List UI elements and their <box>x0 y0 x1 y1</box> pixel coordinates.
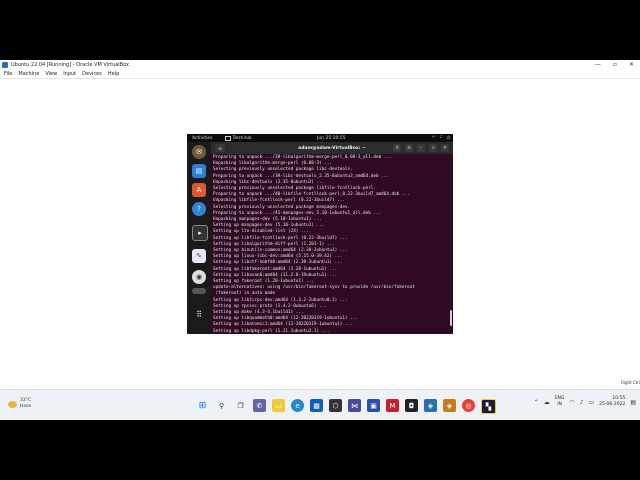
battery-icon[interactable]: ▭ <box>589 399 595 406</box>
minimize-icon[interactable]: – <box>417 144 425 152</box>
menu-devices[interactable]: Devices <box>82 71 102 77</box>
ubuntu-guest-desktop[interactable]: Activities Terminal Jun 25 10:55 ⊹ ♪ ⏻ ✉… <box>187 134 453 334</box>
terminal-window[interactable]: ⊞ adam@adam-VirtualBox: ~ ⚲ ≡ – ▫ ✕ Prep… <box>211 142 453 334</box>
thunderbird-icon[interactable]: ✉ <box>192 145 206 159</box>
app-dark-icon[interactable]: ◘ <box>405 399 418 412</box>
app-orange-icon[interactable]: ◈ <box>443 399 456 412</box>
virtualbox-app-icon <box>2 61 8 68</box>
menu-view[interactable]: View <box>45 71 57 77</box>
minimize-button[interactable]: — <box>595 60 601 69</box>
weather-widget[interactable]: 33°C Haze <box>8 398 31 410</box>
trash-icon[interactable] <box>192 288 206 294</box>
terminal-output[interactable]: Preparing to unpack .../38-libalgorithm-… <box>211 154 448 334</box>
window-title: Ubuntu 22.04 [Running] - Oracle VM Virtu… <box>11 61 129 68</box>
maximize-button[interactable]: ▫ <box>613 60 617 69</box>
virtualbox-menu-bar: File Machine View Input Devices Help <box>0 69 640 79</box>
haze-weather-icon <box>8 400 17 408</box>
close-icon[interactable]: ✕ <box>441 144 449 152</box>
terminal-line: Setting up libdpkg-perl (1.21.1ubuntu2.1… <box>213 328 330 334</box>
terminal-header-buttons: ⚲ ≡ – ▫ ✕ <box>393 144 449 152</box>
virtualbox-icon[interactable]: ◈ <box>424 399 437 412</box>
terminal-app-indicator[interactable]: Terminal <box>224 135 252 141</box>
search-icon[interactable]: ⚲ <box>215 399 228 412</box>
cloud-icon[interactable]: ☁ <box>544 399 550 406</box>
terminal-scrollbar[interactable] <box>450 310 452 326</box>
system-tray: ⌃ ☁ ENG IN ◠ ♪ ▭ 10:55 25-06-2022 ▤ <box>534 396 636 408</box>
taskbar-date: 25-06-2022 <box>599 402 626 407</box>
windows-start-icon[interactable]: ⊞ <box>196 399 209 412</box>
network-icon: ⊹ <box>431 135 436 140</box>
terminal-small-icon <box>224 135 231 141</box>
windows-taskbar: Right Ctrl 33°C Haze ⊞ ⚲ ❐ ✆ ▭ e ▦ ⬡ ⋈ ▣… <box>0 380 640 420</box>
task-view-icon[interactable]: ❐ <box>234 399 247 412</box>
menu-file[interactable]: File <box>4 71 12 77</box>
disc-icon[interactable]: ◉ <box>192 270 206 284</box>
host-screen: Ubuntu 22.04 [Running] - Oracle VM Virtu… <box>0 60 640 420</box>
taskbar-clock[interactable]: 10:55 25-06-2022 <box>599 396 625 408</box>
chevron-up-icon[interactable]: ⌃ <box>534 399 539 406</box>
power-icon: ⏻ <box>446 136 450 141</box>
weather-desc: Haze <box>20 404 32 409</box>
show-apps-icon[interactable]: ⠿ <box>192 307 206 321</box>
files-icon[interactable]: ▤ <box>192 164 206 178</box>
chrome-icon[interactable]: ◎ <box>462 399 475 412</box>
taskbar-pinned-apps: ⊞ ⚲ ❐ ✆ ▭ e ▦ ⬡ ⋈ ▣ M ◘ ◈ ◈ ◎ ▚ <box>196 399 496 414</box>
close-button[interactable]: ✕ <box>629 60 634 69</box>
menu-machine[interactable]: Machine <box>18 71 39 77</box>
software-center-icon[interactable]: A <box>192 183 206 197</box>
visual-studio-icon[interactable]: ⋈ <box>348 399 361 412</box>
file-explorer-icon[interactable]: ▭ <box>272 399 285 412</box>
maximize-icon[interactable]: ▫ <box>429 144 437 152</box>
host-key-indicator: Right Ctrl <box>621 380 640 385</box>
gnome-clock[interactable]: Jun 25 10:55 <box>317 136 346 141</box>
app-blue-icon[interactable]: ▣ <box>367 399 380 412</box>
app-cube-icon[interactable]: ⬡ <box>329 399 342 412</box>
hamburger-menu-icon[interactable]: ≡ <box>405 144 413 152</box>
help-icon[interactable]: ? <box>192 202 206 216</box>
teams-chat-icon[interactable]: ✆ <box>253 399 266 412</box>
virtualbox-title-bar[interactable]: Ubuntu 22.04 [Running] - Oracle VM Virtu… <box>0 60 640 69</box>
activities-button[interactable]: Activities <box>192 136 213 141</box>
edge-browser-icon[interactable]: e <box>291 399 304 412</box>
running-app-icon[interactable]: ▚ <box>481 399 496 414</box>
vm-display-area[interactable]: Activities Terminal Jun 25 10:55 ⊹ ♪ ⏻ ✉… <box>0 79 640 389</box>
menu-help[interactable]: Help <box>108 71 119 77</box>
notification-icon[interactable]: ▤ <box>630 399 636 406</box>
mcafee-icon[interactable]: M <box>386 399 399 412</box>
window-controls: — ▫ ✕ <box>595 60 634 69</box>
text-editor-icon[interactable]: ✎ <box>192 249 206 263</box>
gnome-system-tray[interactable]: ⊹ ♪ ⏻ <box>432 135 450 141</box>
microsoft-store-icon[interactable]: ▦ <box>310 399 323 412</box>
speaker-icon[interactable]: ♪ <box>580 399 584 406</box>
gnome-top-bar: Activities Terminal Jun 25 10:55 ⊹ ♪ ⏻ <box>187 134 453 142</box>
volume-icon: ♪ <box>439 135 443 140</box>
terminal-header-bar[interactable]: ⊞ adam@adam-VirtualBox: ~ ⚲ ≡ – ▫ ✕ <box>211 142 453 154</box>
lang-bottom: IN <box>557 402 562 407</box>
wifi-icon[interactable]: ◠ <box>569 399 574 406</box>
menu-input[interactable]: Input <box>63 71 76 77</box>
language-indicator[interactable]: ENG IN <box>555 396 565 408</box>
ubuntu-dock: ✉ ▤ A ? ▸ ✎ ◉ ⠿ <box>187 142 211 334</box>
terminal-icon[interactable]: ▸ <box>192 225 208 241</box>
search-icon[interactable]: ⚲ <box>393 144 401 152</box>
terminal-app-label: Terminal <box>232 135 252 141</box>
